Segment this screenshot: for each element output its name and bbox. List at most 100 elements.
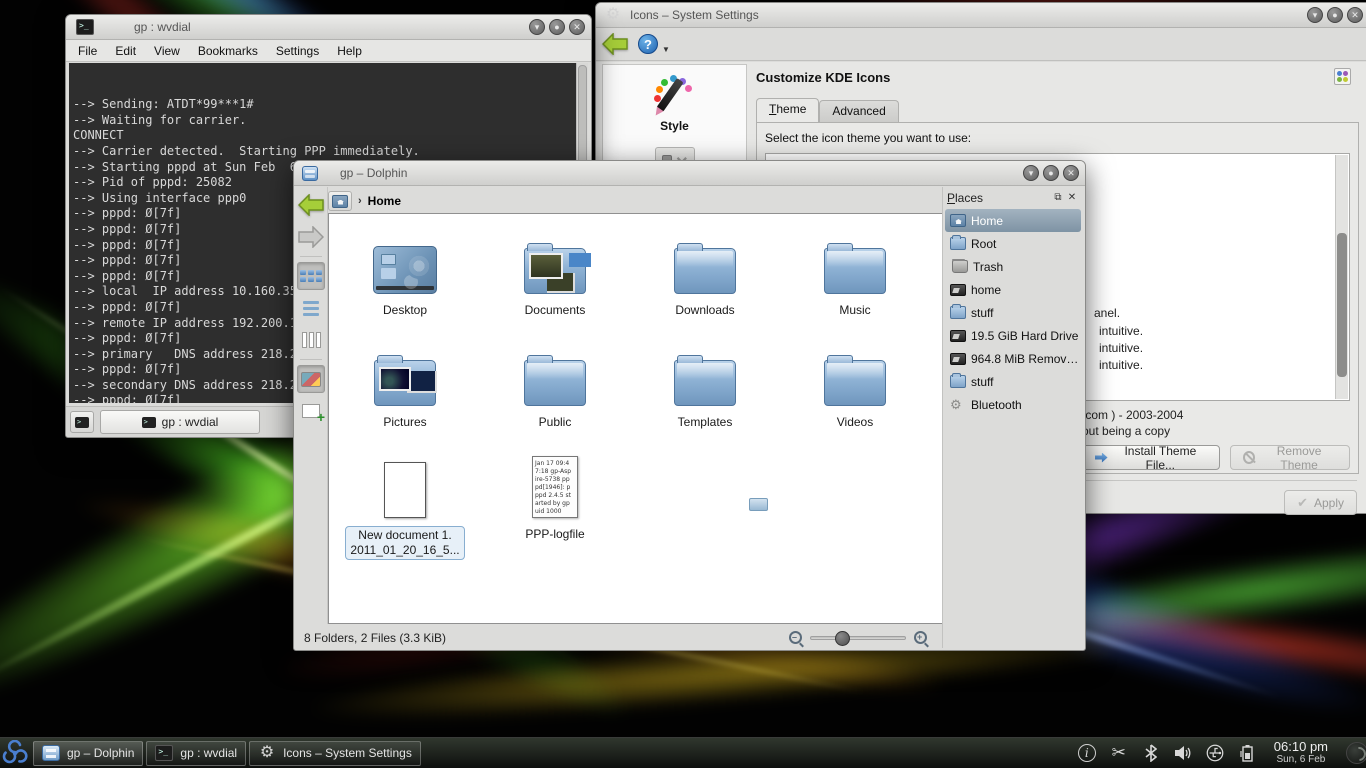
place-label: Root [971, 237, 996, 251]
scrollbar-thumb[interactable] [1337, 233, 1347, 377]
taskbar-task[interactable]: gp – Dolphin [33, 741, 143, 766]
tab-advanced[interactable]: Advanced [819, 100, 898, 122]
battery-icon[interactable] [1238, 744, 1256, 762]
tab-theme[interactable]: Theme [756, 98, 819, 122]
remove-theme-button[interactable]: Remove Theme [1230, 445, 1350, 470]
sidebar-item-style[interactable]: Style [603, 119, 746, 133]
file-label: Pictures [379, 414, 430, 431]
float-panel-button[interactable]: ⧉ [1051, 191, 1065, 205]
zoom-out-icon[interactable]: – [789, 631, 802, 644]
place-label: 19.5 GiB Hard Drive [971, 329, 1078, 343]
scrollbar[interactable] [1335, 155, 1348, 399]
app-launcher-button[interactable] [0, 738, 30, 768]
file-item[interactable]: Documents [480, 220, 630, 332]
panel-cashew-icon[interactable] [1346, 742, 1366, 764]
file-item[interactable]: Downloads [630, 220, 780, 332]
close-button[interactable]: ✕ [1063, 165, 1079, 181]
file-item[interactable]: Templates [630, 332, 780, 444]
file-item[interactable]: Desktop [330, 220, 480, 332]
menu-item[interactable]: File [78, 44, 97, 58]
breadcrumb-home-label[interactable]: Home [368, 194, 401, 208]
konsole-titlebar[interactable]: gp : wvdial ▾ ● ✕ [66, 15, 591, 40]
file-label: Videos [833, 414, 877, 431]
usb-device-icon[interactable] [1206, 744, 1224, 762]
minimize-button[interactable]: ▾ [529, 19, 545, 35]
task-label: gp : wvdial [180, 746, 237, 760]
zoom-slider[interactable] [810, 636, 906, 640]
system-settings-titlebar[interactable]: Icons – System Settings ▾ ● ✕ [596, 3, 1366, 28]
dolphin-titlebar[interactable]: gp – Dolphin ▾ ● ✕ [294, 161, 1085, 186]
apply-button[interactable]: ✔ Apply [1284, 490, 1357, 515]
places-item[interactable]: Bluetooth [945, 393, 1081, 416]
dolphin-toolbar [295, 187, 328, 624]
places-item[interactable]: stuff [945, 301, 1081, 324]
task-icon [42, 745, 60, 761]
file-item[interactable]: Pictures [330, 332, 480, 444]
clock[interactable]: 06:10 pm Sun, 6 Feb [1270, 740, 1332, 766]
terminal-icon: > [142, 417, 156, 428]
file-item[interactable]: New document 1. 2011_01_20_16_5... [330, 444, 480, 560]
back-button[interactable] [297, 191, 325, 219]
breadcrumb-home-button[interactable] [328, 191, 352, 211]
menu-item[interactable]: Edit [115, 44, 136, 58]
theme-list-text: intuitive. [1099, 358, 1143, 372]
menu-item[interactable]: Settings [276, 44, 319, 58]
clipboard-scissors-icon[interactable]: ✂ [1110, 744, 1128, 762]
places-item[interactable]: Root [945, 232, 1081, 255]
minimize-button[interactable]: ▾ [1023, 165, 1039, 181]
places-item[interactable]: Trash [945, 255, 1081, 278]
konsole-menubar: File Edit View Bookmarks Settings Help [66, 40, 591, 62]
menu-item[interactable]: View [154, 44, 180, 58]
chevron-down-icon[interactable]: ▼ [662, 45, 670, 54]
preview-button[interactable] [297, 365, 325, 393]
file-label: Documents [521, 302, 590, 319]
places-panel: Places ⧉ ✕ Home Root [942, 187, 1083, 648]
places-header: Places [947, 191, 1051, 205]
file-item[interactable]: Videos [780, 332, 930, 444]
taskbar-task[interactable]: gp : wvdial [146, 741, 246, 766]
info-icon[interactable]: i [1078, 744, 1096, 762]
help-button[interactable]: ? [638, 34, 658, 54]
maximize-button[interactable]: ● [1327, 7, 1343, 23]
new-tab-button[interactable]: > [70, 411, 94, 433]
file-item[interactable]: Jan 17 09:4 7:18 gp-Asp ire-5738 pp pd[1… [480, 444, 630, 560]
volume-icon[interactable] [1174, 744, 1192, 762]
tab-wvdial[interactable]: > gp : wvdial [100, 410, 260, 434]
columns-view-icon [302, 332, 321, 348]
icons-view-button[interactable] [297, 262, 325, 290]
file-item[interactable]: Music [780, 220, 930, 332]
no-entry-icon [1243, 451, 1255, 464]
back-button[interactable] [602, 33, 628, 55]
home-icon [332, 195, 348, 208]
preview-icon [301, 372, 321, 387]
taskbar-task[interactable]: Icons – System Settings [249, 741, 421, 766]
close-button[interactable]: ✕ [1347, 7, 1363, 23]
file-label: PPP-logfile [521, 526, 588, 543]
places-item[interactable]: 964.8 MiB Remov… [945, 347, 1081, 370]
terminal-line: --> Carrier detected. Starting PPP immed… [73, 144, 576, 160]
menu-item[interactable]: Bookmarks [198, 44, 258, 58]
details-view-button[interactable] [297, 294, 325, 322]
status-text: 8 Folders, 2 Files (3.3 KiB) [304, 631, 789, 645]
split-view-button[interactable] [297, 397, 325, 425]
places-item[interactable]: stuff [945, 370, 1081, 393]
file-item[interactable]: Public [480, 332, 630, 444]
place-label: Trash [973, 260, 1003, 274]
places-item[interactable]: home [945, 278, 1081, 301]
maximize-button[interactable]: ● [549, 19, 565, 35]
places-item[interactable]: Home [945, 209, 1081, 232]
columns-view-button[interactable] [297, 326, 325, 354]
bluetooth-icon[interactable] [1142, 744, 1160, 762]
minimize-button[interactable]: ▾ [1307, 7, 1323, 23]
install-theme-button[interactable]: Install Theme File... [1082, 445, 1220, 470]
dolphin-file-view[interactable]: Desktop Documents [328, 213, 944, 624]
check-icon: ✔ [1297, 495, 1308, 511]
zoom-slider-knob[interactable] [835, 631, 850, 646]
close-panel-button[interactable]: ✕ [1065, 191, 1079, 205]
close-button[interactable]: ✕ [569, 19, 585, 35]
places-item[interactable]: 19.5 GiB Hard Drive [945, 324, 1081, 347]
maximize-button[interactable]: ● [1043, 165, 1059, 181]
menu-item[interactable]: Help [337, 44, 362, 58]
forward-button[interactable] [297, 223, 325, 251]
zoom-in-icon[interactable]: + [914, 631, 927, 644]
